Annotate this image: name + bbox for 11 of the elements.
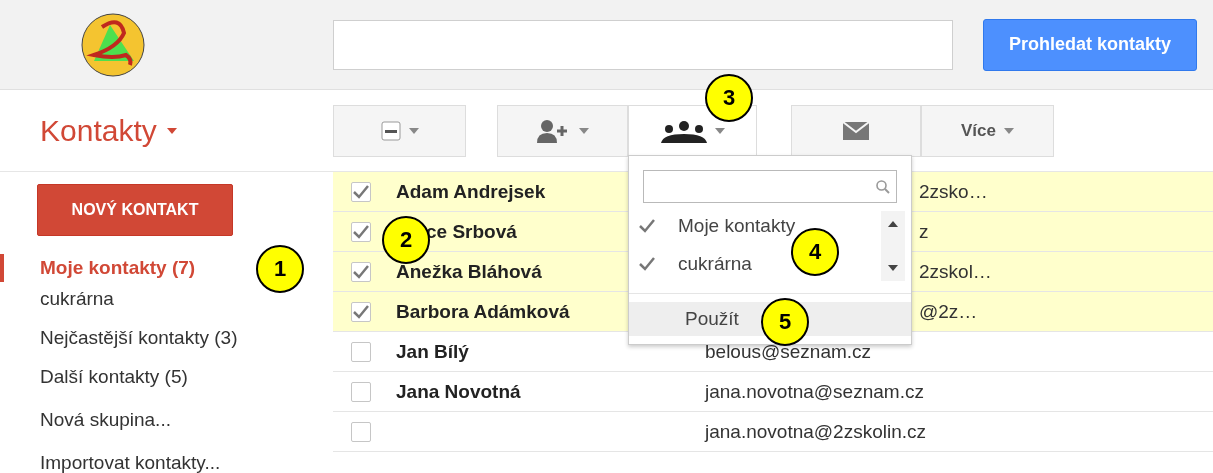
callout-number: 1 [256, 245, 304, 293]
contact-email: 2zsko… [919, 180, 988, 202]
contact-name: Adam Andrejsek [396, 180, 546, 202]
contact-name: Barbora Adámková [396, 300, 570, 322]
contact-email: z [919, 220, 929, 242]
contact-email: jana.novotna@seznam.cz [705, 380, 924, 402]
contact-email: @2z… [919, 300, 978, 322]
contact-email: jana.novotna@2zskolin.cz [705, 420, 927, 442]
contact-name: Jana Novotná [396, 380, 521, 402]
contact-name: Jan Bílý [396, 340, 469, 362]
contact-email: 2zskol… [919, 260, 992, 282]
